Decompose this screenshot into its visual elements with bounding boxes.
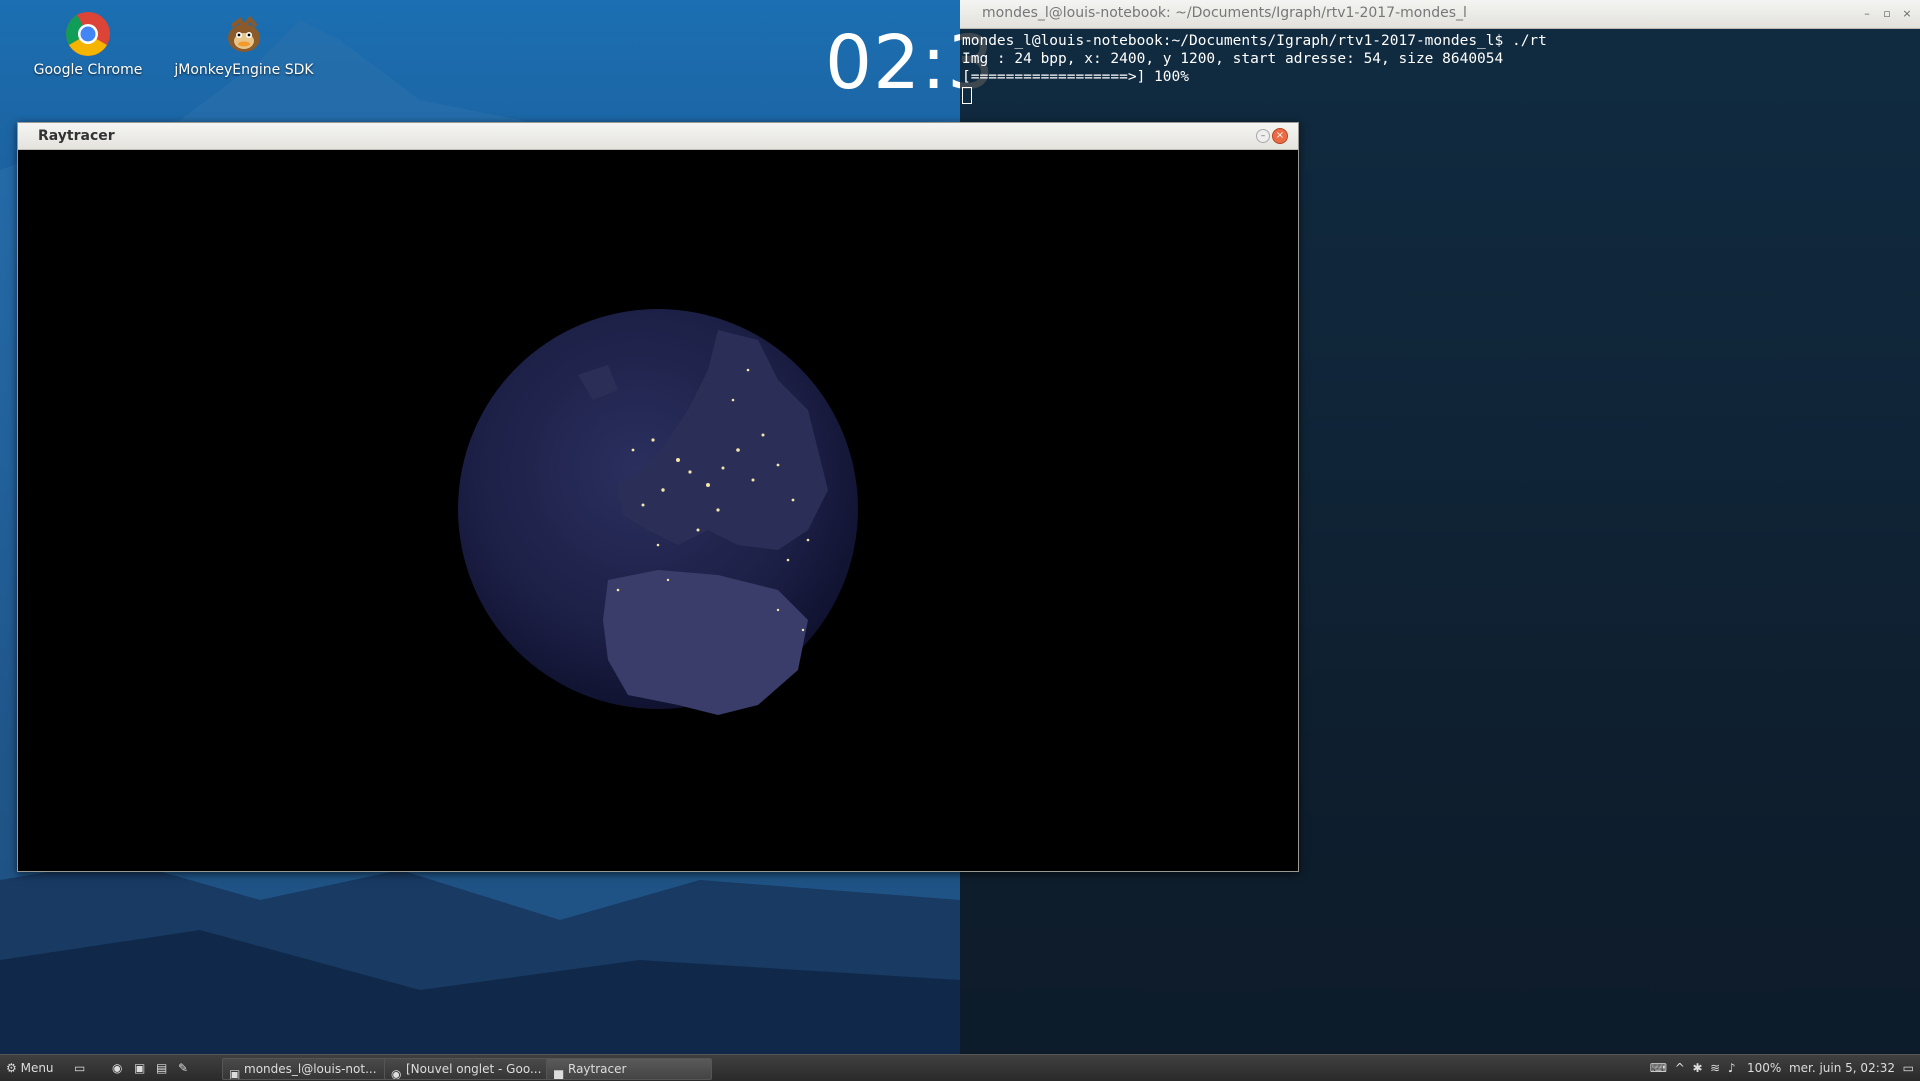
notification-icon[interactable]: ▭ [1903,1061,1914,1075]
monkey-icon [220,10,268,58]
terminal-icon: ▣ [229,1066,241,1080]
task-label: [Nouvel onglet - Goo... [406,1062,542,1076]
terminal-title: mondes_l@louis-notebook: ~/Documents/Igr… [982,5,1467,21]
chrome-icon [64,10,112,58]
task-terminal[interactable]: ▣ mondes_l@louis-not... [222,1058,388,1080]
app-icon: ■ [553,1066,565,1080]
desktop-icon-label: jMonkeyEngine SDK [174,62,314,78]
task-raytracer[interactable]: ■ Raytracer [546,1058,712,1080]
taskbar: ⚙ Menu ▭ ◉ ▣ ▤ ✎ ▣ mondes_l@louis-not... … [0,1054,1920,1081]
editor-launcher-icon[interactable]: ✎ [178,1058,188,1078]
battery-level[interactable]: 100% [1747,1061,1781,1075]
system-tray: ⌨ ^ ✱ ≋ ♪ 100% mer. juin 5, 02:32 ▭ [1650,1058,1914,1078]
maximize-icon[interactable]: ▫ [1880,7,1894,21]
raytracer-titlebar[interactable]: Raytracer – × [18,123,1298,150]
terminal-titlebar[interactable]: mondes_l@louis-notebook: ~/Documents/Igr… [960,0,1920,29]
minimize-icon[interactable]: – [1860,7,1874,21]
terminal-line: Img : 24 bpp, x: 2400, y 1200, start adr… [962,51,1504,67]
show-desktop-icon[interactable]: ▭ [74,1058,85,1078]
close-icon[interactable]: × [1900,7,1914,21]
task-label: mondes_l@louis-not... [244,1062,377,1076]
desktop-icon-chrome[interactable]: Google Chrome [18,0,158,78]
menu-label: Menu [20,1061,54,1075]
chrome-launcher-icon[interactable]: ◉ [112,1058,122,1078]
bluetooth-icon[interactable]: ✱ [1692,1061,1702,1075]
clock[interactable]: mer. juin 5, 02:32 [1789,1061,1895,1075]
keyboard-icon[interactable]: ⌨ [1650,1061,1667,1075]
chrome-icon: ◉ [391,1066,402,1080]
terminal-launcher-icon[interactable]: ▣ [134,1058,145,1078]
close-icon[interactable]: × [1272,128,1288,144]
terminal-line: [==================>] 100% [962,69,1189,85]
task-label: Raytracer [568,1062,627,1076]
raytracer-title: Raytracer [38,128,115,144]
gear-icon: ⚙ [6,1061,17,1075]
desktop-icon-label: Google Chrome [33,62,143,78]
desktop-icon-jmonkeyengine[interactable]: jMonkeyEngine SDK [174,0,314,78]
raytracer-window[interactable]: Raytracer – × [17,122,1299,872]
wifi-icon[interactable]: ≋ [1710,1061,1720,1075]
terminal-line: mondes_l@louis-notebook:~/Documents/Igra… [962,33,1547,49]
minimize-icon[interactable]: – [1256,129,1270,143]
volume-icon[interactable]: ♪ [1728,1061,1736,1075]
chevron-up-icon[interactable]: ^ [1675,1061,1685,1075]
terminal-cursor [962,86,972,104]
files-launcher-icon[interactable]: ▤ [156,1058,167,1078]
menu-button[interactable]: ⚙ Menu [6,1058,54,1078]
rendered-earth-image [458,309,858,715]
task-chrome[interactable]: ◉ [Nouvel onglet - Goo... [384,1058,550,1080]
render-canvas [18,150,1298,871]
terminal-output[interactable]: mondes_l@louis-notebook:~/Documents/Igra… [960,29,1920,107]
